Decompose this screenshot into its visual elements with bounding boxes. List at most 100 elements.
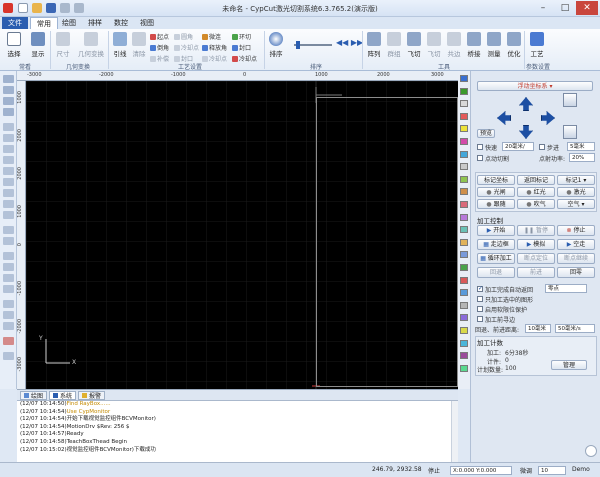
text-tool-icon[interactable] bbox=[3, 226, 14, 234]
minimize-button[interactable]: – bbox=[532, 1, 554, 15]
group-button[interactable]: 群组 bbox=[384, 32, 404, 58]
cool-point-button[interactable]: 冷却点 bbox=[174, 43, 199, 54]
manage-button[interactable]: 管理 bbox=[551, 360, 587, 370]
distance-select[interactable]: 10毫米 bbox=[525, 324, 551, 333]
layer-color-swatch[interactable] bbox=[460, 188, 468, 196]
point-tool-icon[interactable] bbox=[3, 237, 14, 245]
step-checkbox[interactable] bbox=[539, 144, 545, 150]
jog-right-arrow-icon[interactable] bbox=[541, 111, 555, 125]
settings-tool-icon[interactable] bbox=[3, 352, 14, 360]
position-readout[interactable]: X:0.000 Y:0.000 bbox=[450, 466, 512, 475]
star-tool-icon[interactable] bbox=[3, 189, 14, 197]
pointer-tool-icon[interactable] bbox=[3, 75, 14, 83]
air-select[interactable]: 空气 ▾ bbox=[557, 199, 595, 209]
layer-color-swatch[interactable] bbox=[460, 125, 468, 133]
layer-color-swatch[interactable] bbox=[460, 175, 468, 183]
loop-button[interactable]: ▦ 循环加工 bbox=[477, 253, 515, 264]
release-corner-button[interactable]: 释放角 bbox=[202, 43, 227, 54]
cool-point-3-button[interactable]: 冷却点 bbox=[232, 54, 257, 65]
start-button[interactable]: ▶ 开始 bbox=[477, 225, 515, 236]
tab-cnc[interactable]: 数控 bbox=[108, 17, 134, 29]
fine-tune-step-select[interactable]: 10 bbox=[538, 466, 566, 475]
node-tool-icon[interactable] bbox=[3, 86, 14, 94]
layer-color-swatch[interactable] bbox=[460, 112, 468, 120]
layer-color-swatch[interactable] bbox=[460, 138, 468, 145]
arc-tool-icon[interactable] bbox=[3, 156, 14, 164]
rect-tool-icon[interactable] bbox=[3, 167, 14, 175]
jog-down-arrow-icon[interactable] bbox=[519, 125, 533, 139]
layer-color-swatch[interactable] bbox=[460, 276, 468, 284]
selected-only-checkbox[interactable] bbox=[477, 296, 483, 302]
red-light-button[interactable]: ● 红光 bbox=[517, 187, 555, 197]
array-button[interactable]: 阵列 bbox=[364, 32, 384, 58]
layer-color-swatch[interactable] bbox=[460, 339, 468, 347]
layer-color-swatch[interactable] bbox=[460, 100, 468, 108]
speed-select[interactable]: 50毫米/s bbox=[555, 324, 595, 333]
z-up-icon[interactable] bbox=[563, 93, 577, 107]
mark-coord-button[interactable]: 标记坐标 bbox=[477, 175, 515, 185]
dry-run-button[interactable]: ▶ 空走 bbox=[557, 239, 595, 250]
ellipse-tool-icon[interactable] bbox=[3, 200, 14, 208]
delete-tool-icon[interactable] bbox=[3, 337, 14, 345]
return-target-select[interactable]: 零点 bbox=[545, 284, 587, 293]
simulate-button[interactable]: ▶ 模拟 bbox=[517, 239, 555, 250]
join-tool-icon[interactable] bbox=[3, 322, 14, 330]
fly-cut-button[interactable]: 飞切 bbox=[404, 32, 424, 58]
tab-log-alarm[interactable]: 报警 bbox=[78, 391, 106, 400]
spot-power-select[interactable]: 20% bbox=[569, 153, 595, 162]
sort-controls[interactable]: ◀◀ ▶▶ bbox=[292, 34, 363, 58]
layer-color-swatch[interactable] bbox=[460, 264, 468, 271]
z-down-icon[interactable] bbox=[563, 125, 577, 139]
compensate-button[interactable]: 补偿 bbox=[150, 54, 169, 65]
transform-button[interactable]: 几何变换 bbox=[76, 32, 106, 58]
mirror-v-tool-icon[interactable] bbox=[3, 263, 14, 271]
forward-button[interactable]: 前进 bbox=[517, 267, 555, 278]
layer-color-swatch[interactable] bbox=[460, 352, 468, 360]
round-corner-button[interactable]: 圆角 bbox=[174, 32, 199, 43]
explode-tool-icon[interactable] bbox=[3, 311, 14, 319]
clear-button[interactable]: 清除 bbox=[130, 32, 148, 58]
follow-button[interactable]: ● 跟随 bbox=[477, 199, 515, 209]
tab-log-draw[interactable]: 绘图 bbox=[20, 391, 48, 400]
layer-color-swatch[interactable] bbox=[460, 289, 468, 297]
breakpoint-continue-button[interactable]: 断点继续 bbox=[557, 253, 595, 264]
polygon-tool-icon[interactable] bbox=[3, 178, 14, 186]
tab-file[interactable]: 文件 bbox=[2, 17, 28, 29]
info-icon[interactable] bbox=[585, 445, 597, 457]
layer-color-swatch[interactable] bbox=[460, 213, 468, 221]
spline-tool-icon[interactable] bbox=[3, 211, 14, 219]
lead-line-button[interactable]: 引线 bbox=[110, 32, 130, 58]
tab-log-system[interactable]: 系统 bbox=[49, 391, 77, 400]
sort-button[interactable]: 排序 bbox=[266, 32, 286, 58]
align-tool-icon[interactable] bbox=[3, 285, 14, 293]
jog-up-arrow-icon[interactable] bbox=[519, 97, 533, 111]
back-button[interactable]: 回退 bbox=[477, 267, 515, 278]
layer-color-swatch[interactable] bbox=[460, 364, 468, 372]
log-scrollbar[interactable] bbox=[451, 401, 458, 462]
sort-slider-thumb[interactable] bbox=[296, 41, 300, 49]
layer-color-swatch[interactable] bbox=[460, 201, 468, 208]
tab-nest[interactable]: 排样 bbox=[82, 17, 108, 29]
process-settings-button[interactable]: 工艺 bbox=[526, 32, 548, 58]
seal-2-button[interactable]: 封口 bbox=[232, 43, 257, 54]
select-button[interactable]: 选择 bbox=[3, 32, 25, 58]
pan-tool-icon[interactable] bbox=[3, 108, 14, 116]
fast-checkbox[interactable] bbox=[477, 144, 483, 150]
micro-joint-button[interactable]: 微连 bbox=[202, 32, 227, 43]
fly-cut-2-button[interactable]: 飞切 bbox=[424, 32, 444, 58]
breakpoint-locate-button[interactable]: 断点定位 bbox=[517, 253, 555, 264]
float-coord-dropdown[interactable]: 浮动坐标系 ▾ bbox=[477, 81, 593, 91]
zoom-tool-icon[interactable] bbox=[3, 97, 14, 105]
rotate-tool-icon[interactable] bbox=[3, 274, 14, 282]
tab-common[interactable]: 常用 bbox=[30, 17, 58, 29]
line-tool-icon[interactable] bbox=[3, 123, 14, 131]
edge-find-checkbox[interactable] bbox=[477, 316, 483, 322]
pause-button[interactable]: ❚❚ 暂停 bbox=[517, 225, 555, 236]
maximize-button[interactable]: □ bbox=[554, 1, 576, 15]
size-button[interactable]: 尺寸 bbox=[52, 32, 74, 58]
ring-cut-button[interactable]: 环切 bbox=[232, 32, 257, 43]
display-button[interactable]: 显示 bbox=[27, 32, 49, 58]
tab-draw[interactable]: 绘图 bbox=[56, 17, 82, 29]
soft-limit-checkbox[interactable] bbox=[477, 306, 483, 312]
layer-color-swatch[interactable] bbox=[460, 163, 468, 171]
